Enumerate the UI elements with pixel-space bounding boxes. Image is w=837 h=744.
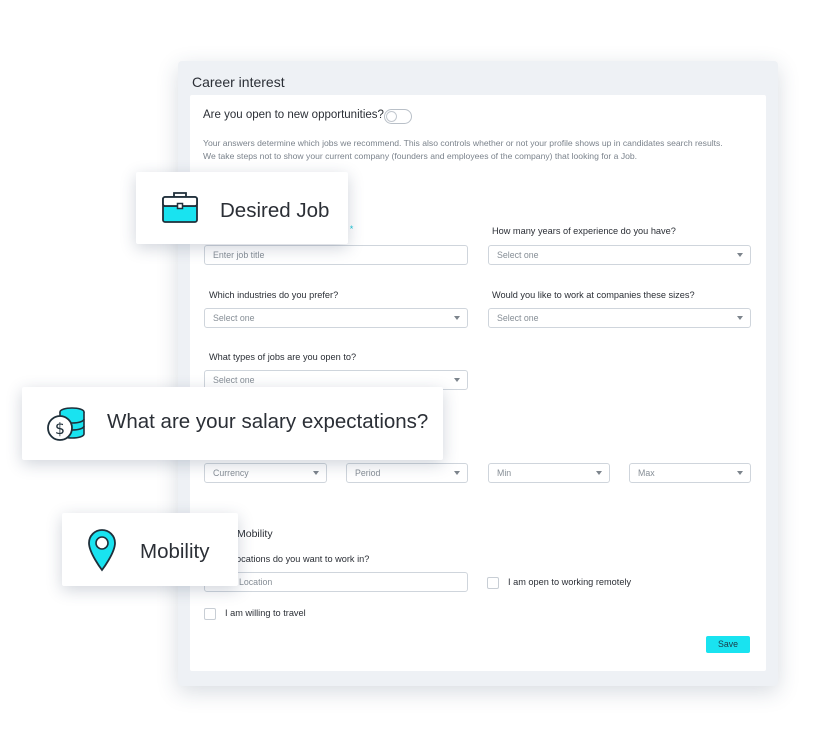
mobility-callout: Mobility <box>62 513 238 586</box>
mobility-heading: Mobility <box>237 528 273 540</box>
experience-label: How many years of experience do you have… <box>492 226 676 236</box>
open-to-opportunities-label: Are you open to new opportunities? <box>203 109 384 121</box>
chevron-down-icon <box>454 316 460 320</box>
job-types-label: What types of jobs are you open to? <box>209 352 357 362</box>
briefcase-icon <box>162 192 198 223</box>
panel-title: Career interest <box>192 74 285 90</box>
travel-checkbox[interactable] <box>204 608 216 620</box>
chevron-down-icon <box>737 253 743 257</box>
salary-callout: $ What are your salary expectations? <box>22 387 443 460</box>
location-input[interactable]: Location <box>204 572 468 592</box>
max-salary-select[interactable]: Max <box>629 463 751 483</box>
industries-label: Which industries do you prefer? <box>209 290 339 300</box>
company-size-value: Select one <box>497 313 539 323</box>
open-to-opportunities-toggle[interactable] <box>384 109 412 124</box>
chevron-down-icon <box>737 471 743 475</box>
travel-label: I am willing to travel <box>225 608 306 618</box>
note-line-2: We take steps not to show your current c… <box>203 151 638 161</box>
experience-value: Select one <box>497 250 539 260</box>
required-mark: * <box>349 224 354 234</box>
salary-callout-text: What are your salary expectations? <box>107 410 429 433</box>
currency-select[interactable]: Currency <box>204 463 327 483</box>
company-size-select[interactable]: Select one <box>488 308 751 328</box>
chevron-down-icon <box>313 471 319 475</box>
remote-label: I am open to working remotely <box>508 577 632 587</box>
chevron-down-icon <box>737 316 743 320</box>
map-pin-icon <box>88 529 116 572</box>
period-value: Period <box>355 468 381 478</box>
job-types-value: Select one <box>213 375 255 385</box>
desired-job-callout: Desired Job <box>136 172 348 244</box>
company-size-label: Would you like to work at companies thes… <box>492 290 695 300</box>
period-select[interactable]: Period <box>346 463 468 483</box>
job-title-input[interactable]: Enter job title <box>204 245 468 265</box>
min-salary-select[interactable]: Min <box>488 463 610 483</box>
chevron-down-icon <box>454 471 460 475</box>
career-interest-panel: Career interest Are you open to new oppo… <box>178 61 778 686</box>
experience-select[interactable]: Select one <box>488 245 751 265</box>
max-salary-value: Max <box>638 468 655 478</box>
mobility-callout-text: Mobility <box>140 540 210 563</box>
chevron-down-icon <box>454 378 460 382</box>
save-button[interactable]: Save <box>706 636 750 653</box>
location-placeholder: Location <box>239 577 273 587</box>
coins-icon: $ <box>47 407 85 441</box>
remote-checkbox[interactable] <box>487 577 499 589</box>
job-title-placeholder: Enter job title <box>213 250 265 260</box>
industries-value: Select one <box>213 313 255 323</box>
chevron-down-icon <box>596 471 602 475</box>
note-line-1: Your answers determine which jobs we rec… <box>203 138 723 148</box>
svg-text:$: $ <box>55 419 65 438</box>
locations-label: locations do you want to work in? <box>234 554 370 564</box>
industries-select[interactable]: Select one <box>204 308 468 328</box>
currency-value: Currency <box>213 468 249 478</box>
min-salary-value: Min <box>497 468 512 478</box>
desired-job-callout-text: Desired Job <box>220 199 330 222</box>
